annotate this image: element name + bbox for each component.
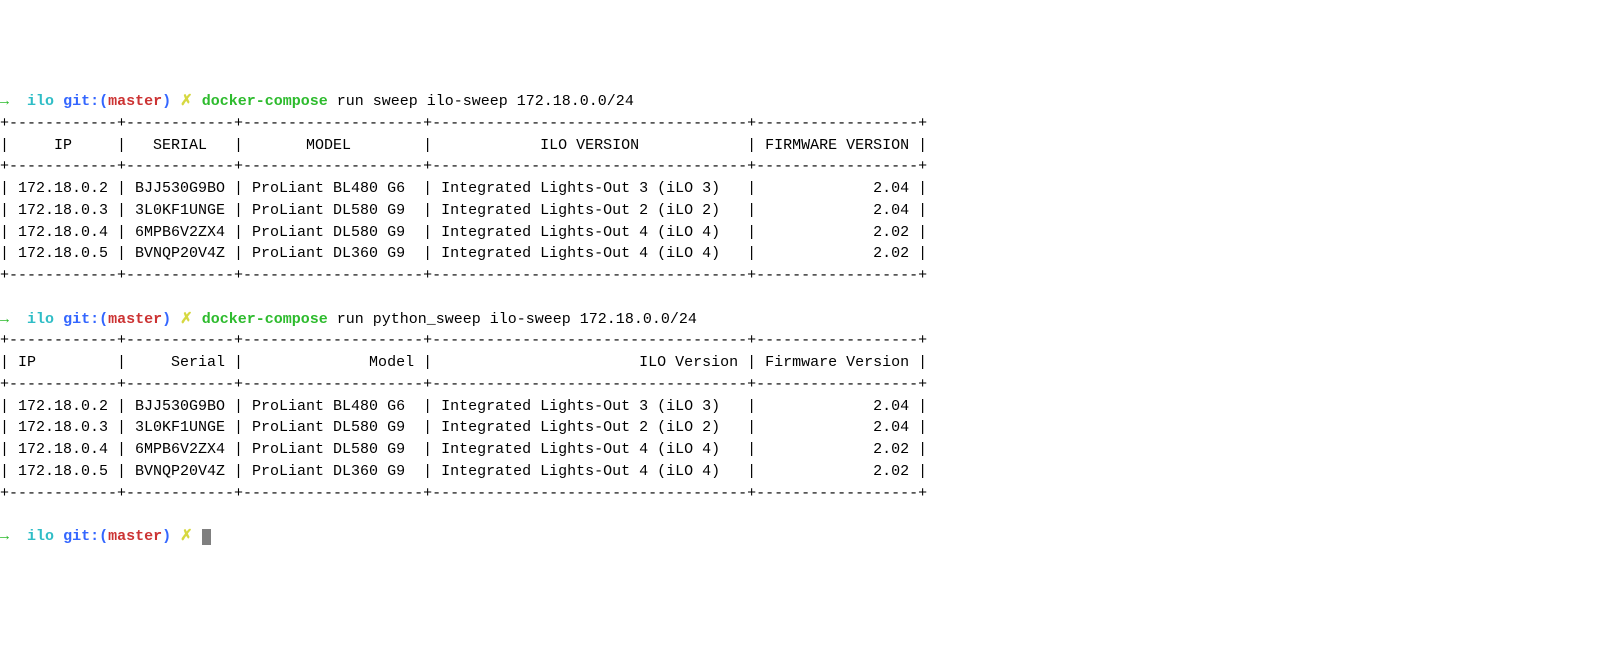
table-header: | IP | Serial | Model | ILO Version | Fi… bbox=[0, 354, 927, 371]
git-close: ) bbox=[162, 93, 171, 110]
git-branch: master bbox=[108, 311, 162, 328]
command-args: run sweep ilo-sweep 172.18.0.0/24 bbox=[337, 93, 634, 110]
table-border: +------------+------------+-------------… bbox=[0, 267, 927, 284]
dirty-icon: ✗ bbox=[180, 528, 193, 545]
cursor-icon bbox=[202, 529, 211, 546]
command: docker-compose bbox=[202, 311, 328, 328]
table-row: | 172.18.0.2 | BJJ530G9BO | ProLiant BL4… bbox=[0, 180, 927, 197]
cwd: ilo bbox=[27, 528, 54, 545]
cwd: ilo bbox=[27, 311, 54, 328]
table-border: +------------+------------+-------------… bbox=[0, 376, 927, 393]
git-close: ) bbox=[162, 311, 171, 328]
git-close: ) bbox=[162, 528, 171, 545]
table-border: +------------+------------+-------------… bbox=[0, 115, 927, 132]
table-row: | 172.18.0.2 | BJJ530G9BO | ProLiant BL4… bbox=[0, 398, 927, 415]
command: docker-compose bbox=[202, 93, 328, 110]
table-row: | 172.18.0.4 | 6MPB6V2ZX4 | ProLiant DL5… bbox=[0, 441, 927, 458]
dirty-icon: ✗ bbox=[180, 93, 193, 110]
prompt-line-2: → ilo git:(master) ✗ docker-compose run … bbox=[0, 311, 697, 328]
arrow-icon: → bbox=[0, 93, 9, 110]
terminal-output[interactable]: → ilo git:(master) ✗ docker-compose run … bbox=[0, 91, 1606, 548]
arrow-icon: → bbox=[0, 311, 9, 328]
cwd: ilo bbox=[27, 93, 54, 110]
arrow-icon: → bbox=[0, 528, 9, 545]
table-border: +------------+------------+-------------… bbox=[0, 158, 927, 175]
prompt-line-3: → ilo git:(master) ✗ bbox=[0, 528, 211, 545]
git-branch: master bbox=[108, 528, 162, 545]
dirty-icon: ✗ bbox=[180, 311, 193, 328]
table-row: | 172.18.0.5 | BVNQP20V4Z | ProLiant DL3… bbox=[0, 463, 927, 480]
git-label: git:( bbox=[63, 93, 108, 110]
table-border: +------------+------------+-------------… bbox=[0, 332, 927, 349]
table-header: | IP | SERIAL | MODEL | ILO VERSION | FI… bbox=[0, 137, 927, 154]
table-row: | 172.18.0.4 | 6MPB6V2ZX4 | ProLiant DL5… bbox=[0, 224, 927, 241]
git-label: git:( bbox=[63, 528, 108, 545]
table-border: +------------+------------+-------------… bbox=[0, 485, 927, 502]
command-args: run python_sweep ilo-sweep 172.18.0.0/24 bbox=[337, 311, 697, 328]
git-label: git:( bbox=[63, 311, 108, 328]
table-row: | 172.18.0.3 | 3L0KF1UNGE | ProLiant DL5… bbox=[0, 202, 927, 219]
table-row: | 172.18.0.3 | 3L0KF1UNGE | ProLiant DL5… bbox=[0, 419, 927, 436]
git-branch: master bbox=[108, 93, 162, 110]
prompt-line-1: → ilo git:(master) ✗ docker-compose run … bbox=[0, 93, 634, 110]
table-row: | 172.18.0.5 | BVNQP20V4Z | ProLiant DL3… bbox=[0, 245, 927, 262]
